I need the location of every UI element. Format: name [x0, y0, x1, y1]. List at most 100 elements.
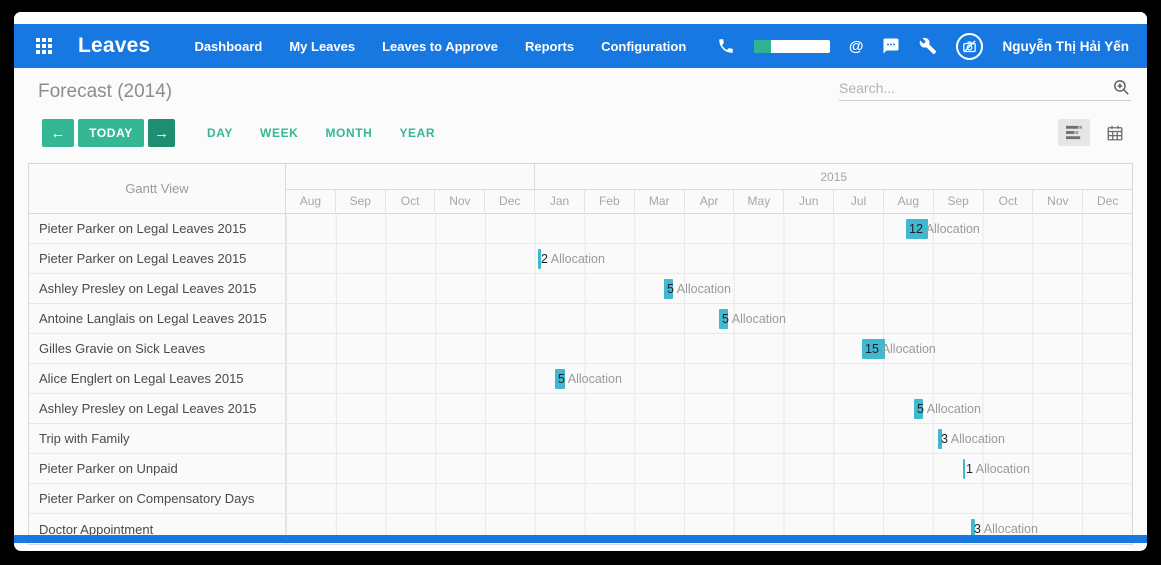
gantt-row-name[interactable]: Gilles Gravie on Sick Leaves	[29, 334, 286, 363]
allocation-text: Allocation	[879, 342, 936, 356]
allocation-bar-label: 5 Allocation	[667, 279, 731, 299]
month-header-cell: Jul	[834, 190, 884, 212]
allocation-bar[interactable]	[664, 279, 673, 299]
gantt-row: Pieter Parker on Legal Leaves 20152 Allo…	[29, 244, 1132, 274]
month-header-cell: Jun	[784, 190, 834, 212]
month-header-cell: Dec	[485, 190, 535, 212]
chat-bubble-icon[interactable]	[882, 37, 900, 55]
gantt-row-chart[interactable]: 5 Allocation	[286, 304, 1132, 333]
scale-link-month[interactable]: MONTH	[325, 126, 372, 140]
gantt-row-chart[interactable]: 3 Allocation	[286, 424, 1132, 453]
month-header-cell: Aug	[286, 190, 336, 212]
calendar-view-button[interactable]	[1099, 119, 1131, 146]
month-header-cell: Nov	[435, 190, 485, 212]
tools-wrench-icon[interactable]	[919, 37, 937, 55]
gantt-row-name[interactable]: Pieter Parker on Legal Leaves 2015	[29, 244, 286, 273]
allocation-text: Allocation	[948, 432, 1005, 446]
scale-link-year[interactable]: YEAR	[399, 126, 435, 140]
month-header-cell: Aug	[884, 190, 934, 212]
window-top-margin	[14, 12, 1147, 24]
allocation-text: Allocation	[923, 222, 980, 236]
month-header-cell: Sep	[336, 190, 386, 212]
gantt-row-chart[interactable]: 12 Allocation	[286, 214, 1132, 243]
gantt-row: Pieter Parker on Unpaid1 Allocation	[29, 454, 1132, 484]
allocation-bar[interactable]	[555, 369, 565, 389]
nav-menu-configuration[interactable]: Configuration	[601, 39, 686, 54]
calendar-view-icon	[1106, 124, 1124, 142]
gantt-row-chart[interactable]: 5 Allocation	[286, 364, 1132, 393]
allocation-bar-label: 3 Allocation	[941, 429, 1005, 449]
allocation-bar[interactable]	[906, 219, 928, 239]
month-header-cell: Mar	[635, 190, 685, 212]
allocation-bar[interactable]	[862, 339, 885, 359]
nav-menu-dashboard[interactable]: Dashboard	[194, 39, 262, 54]
gantt-corner-label: Gantt View	[29, 164, 286, 213]
today-button[interactable]: TODAY	[78, 119, 144, 147]
allocation-bar[interactable]	[938, 429, 942, 449]
scale-links: DAY WEEK MONTH YEAR	[207, 126, 435, 140]
gantt-view-button[interactable]	[1058, 119, 1090, 146]
apps-menu-icon[interactable]	[36, 38, 52, 54]
gantt-row-chart[interactable]: 1 Allocation	[286, 454, 1132, 483]
gantt-row-name[interactable]: Ashley Presley on Legal Leaves 2015	[29, 274, 286, 303]
allocation-bar[interactable]	[719, 309, 728, 329]
app-window: Leaves Dashboard My Leaves Leaves to Appro…	[14, 12, 1147, 551]
allocation-value: 2	[541, 252, 548, 266]
user-avatar-no-photo-icon[interactable]	[956, 33, 983, 60]
month-header-cell: May	[734, 190, 784, 212]
gantt-row-name[interactable]: Trip with Family	[29, 424, 286, 453]
nav-menu-leaves-to-approve[interactable]: Leaves to Approve	[382, 39, 498, 54]
view-switcher	[1058, 119, 1131, 146]
gantt-row: Antoine Langlais on Legal Leaves 20155 A…	[29, 304, 1132, 334]
month-header-cell: Nov	[1033, 190, 1083, 212]
gantt-row: Trip with Family 3 Allocation	[29, 424, 1132, 454]
gantt-row-name[interactable]: Ashley Presley on Legal Leaves 2015	[29, 394, 286, 423]
month-header-cell: Feb	[585, 190, 635, 212]
scale-link-day[interactable]: DAY	[207, 126, 233, 140]
allocation-text: Allocation	[674, 282, 731, 296]
phone-icon[interactable]	[717, 37, 735, 55]
gantt-row-chart[interactable]: 5 Allocation	[286, 274, 1132, 303]
user-name[interactable]: Nguyễn Thị Hải Yến	[1002, 39, 1129, 54]
allocation-bar[interactable]	[963, 459, 965, 479]
nav-menu-my-leaves[interactable]: My Leaves	[289, 39, 355, 54]
timer-progress-bar[interactable]	[754, 40, 830, 53]
month-header-cell: Oct	[386, 190, 436, 212]
gantt-row: Ashley Presley on Legal Leaves 20155 All…	[29, 394, 1132, 424]
gantt-row-chart[interactable]: 5 Allocation	[286, 394, 1132, 423]
gantt-row-name[interactable]: Pieter Parker on Legal Leaves 2015	[29, 214, 286, 243]
search-input[interactable]	[839, 80, 1112, 96]
next-button[interactable]: →	[148, 119, 175, 147]
mentions-icon[interactable]: @	[849, 38, 864, 55]
gantt-row-name[interactable]: Alice Englert on Legal Leaves 2015	[29, 364, 286, 393]
gantt-row-name[interactable]: Pieter Parker on Unpaid	[29, 454, 286, 483]
gantt-view-icon	[1065, 124, 1084, 141]
gantt-row-chart[interactable]: 2 Allocation	[286, 244, 1132, 273]
allocation-text: Allocation	[565, 372, 622, 386]
gantt-row-chart[interactable]	[286, 484, 1132, 513]
allocation-bar[interactable]	[538, 249, 541, 269]
gantt-row: Alice Englert on Legal Leaves 20155 Allo…	[29, 364, 1132, 394]
gantt-header: Gantt View 2015 AugSepOctNovDecJanFebMar…	[29, 164, 1132, 214]
search-plus-icon[interactable]	[1112, 78, 1131, 97]
month-header-cell: Jan	[535, 190, 585, 212]
month-header-cell: Oct	[984, 190, 1034, 212]
nav-menu: Dashboard My Leaves Leaves to Approve Repor…	[194, 39, 686, 54]
gantt-row: Gilles Gravie on Sick Leaves15 Allocatio…	[29, 334, 1132, 364]
search-box	[839, 78, 1131, 101]
month-header-cell: Dec	[1083, 190, 1132, 212]
allocation-text: Allocation	[973, 462, 1030, 476]
gantt-year-groups: 2015	[286, 164, 1132, 190]
gantt-row-chart[interactable]: 15 Allocation	[286, 334, 1132, 363]
allocation-text: Allocation	[924, 402, 981, 416]
app-title[interactable]: Leaves	[78, 34, 150, 58]
allocation-text: Allocation	[729, 312, 786, 326]
gantt-row-name[interactable]: Antoine Langlais on Legal Leaves 2015	[29, 304, 286, 333]
allocation-bar[interactable]	[914, 399, 923, 419]
page-title: Forecast (2014)	[38, 81, 172, 103]
gantt-row-name[interactable]: Pieter Parker on Compensatory Days	[29, 484, 286, 513]
prev-button[interactable]: ←	[42, 119, 74, 147]
nav-menu-reports[interactable]: Reports	[525, 39, 574, 54]
year-group-2015: 2015	[535, 164, 1132, 189]
scale-link-week[interactable]: WEEK	[260, 126, 298, 140]
